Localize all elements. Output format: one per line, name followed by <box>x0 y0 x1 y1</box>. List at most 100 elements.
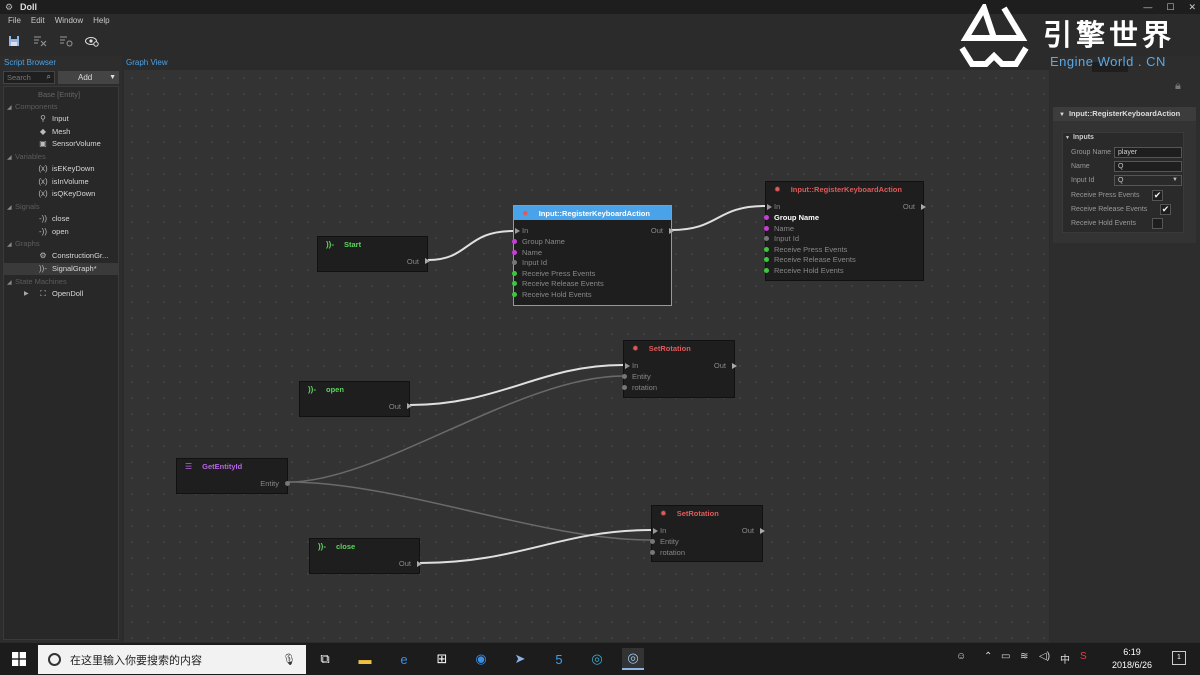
receive-hold-checkbox[interactable] <box>1152 218 1163 229</box>
receive-release-checkbox[interactable]: ✔ <box>1160 204 1171 215</box>
receive-release-pin[interactable] <box>512 281 517 286</box>
list-remove-icon <box>34 36 47 47</box>
tree-category-state-machines[interactable]: ◢ State Machines <box>4 276 118 288</box>
tree-category-signals[interactable]: ◢ Signals <box>4 201 118 213</box>
exec-in-pin[interactable] <box>515 228 520 234</box>
tree-item-opendoll[interactable]: ▶ ⛶ OpenDoll <box>4 288 118 300</box>
entity-pin[interactable] <box>650 539 655 544</box>
name-pin[interactable] <box>764 226 769 231</box>
expand-arrow-icon[interactable]: ▶ <box>24 288 29 300</box>
add-button[interactable]: Add ▼ <box>58 71 119 84</box>
save-icon <box>9 36 19 46</box>
entity-pin[interactable] <box>622 374 627 379</box>
people-icon[interactable]: ☺ <box>956 651 966 662</box>
tree-item-open-signal[interactable]: -)) open <box>4 226 118 238</box>
close-window-button[interactable]: ✕ <box>1188 0 1196 14</box>
app-eye-active-button[interactable]: ◎ <box>622 648 644 670</box>
menu-window[interactable]: Window <box>55 16 83 25</box>
exec-in-pin[interactable] <box>625 363 630 369</box>
taskbar-search-input[interactable]: 在这里输入你要搜索的内容 🎙︎ <box>38 645 306 674</box>
sogou-ime-icon[interactable]: S <box>1080 651 1087 662</box>
save-button[interactable] <box>6 33 22 49</box>
exec-out-pin[interactable] <box>921 204 926 210</box>
exec-out-pin[interactable] <box>407 403 412 409</box>
tree-item-close-signal[interactable]: -)) close <box>4 213 118 225</box>
node-get-entity-id[interactable]: ☰ GetEntityId Entity <box>176 458 290 494</box>
node-register-keyboard-action-1[interactable]: ✹ Input::RegisterKeyboardAction In Out Gr… <box>512 205 674 306</box>
receive-press-pin[interactable] <box>764 247 769 252</box>
tree-item-isinvolume[interactable]: (x) isInVolume <box>4 176 118 188</box>
node-start[interactable]: ))- Start Out <box>317 236 430 272</box>
edge-browser-button[interactable]: e <box>393 648 415 670</box>
group-name-pin[interactable] <box>764 215 769 220</box>
store-button[interactable]: ⊞ <box>431 648 453 670</box>
tree-category-variables[interactable]: ◢ Variables <box>4 151 118 163</box>
tree-item-isekeydown[interactable]: (x) isEKeyDown <box>4 163 118 175</box>
settings-list-button[interactable] <box>58 33 74 49</box>
app-arrow-button[interactable]: ➤ <box>509 648 531 670</box>
entity-out-pin[interactable] <box>285 481 290 486</box>
tree-item-signalgraph[interactable]: ))- SignalGraph* <box>4 263 118 275</box>
node-register-keyboard-action-2[interactable]: ✹ Input::RegisterKeyboardAction In Out Gr… <box>764 181 926 281</box>
tree-item-isqkeydown[interactable]: (x) isQKeyDown <box>4 188 118 200</box>
tree-category-components[interactable]: ◢ Components <box>4 101 118 113</box>
script-search-input[interactable]: Search ⌕ <box>3 71 55 84</box>
debug-view-button[interactable] <box>84 33 100 49</box>
node-close-signal[interactable]: ))- close Out <box>309 538 422 574</box>
node-set-rotation-1[interactable]: ✹ SetRotation In Out Entity rotation <box>622 340 737 398</box>
input-id-pin[interactable] <box>512 260 517 265</box>
properties-node-header[interactable]: ▼ Input::RegisterKeyboardAction <box>1053 107 1196 121</box>
ime-indicator[interactable]: 中 <box>1060 651 1070 666</box>
graph-canvas[interactable] <box>124 70 1049 642</box>
group-name-field[interactable]: player <box>1114 147 1182 158</box>
volume-icon[interactable]: ◁) <box>1039 651 1050 662</box>
exec-out-pin[interactable] <box>732 363 737 369</box>
receive-hold-pin[interactable] <box>512 292 517 297</box>
inputs-group-title[interactable]: ▼ Inputs <box>1065 134 1094 141</box>
exec-in-pin[interactable] <box>653 528 658 534</box>
remove-unused-button[interactable] <box>32 33 48 49</box>
menu-edit[interactable]: Edit <box>31 16 45 25</box>
input-id-pin[interactable] <box>764 236 769 241</box>
app-swirl-button[interactable]: ◉ <box>470 648 492 670</box>
exec-out-pin[interactable] <box>417 561 422 567</box>
rotation-pin[interactable] <box>650 550 655 555</box>
app-eye-button[interactable]: ◎ <box>586 648 608 670</box>
node-set-rotation-2[interactable]: ✹ SetRotation In Out Entity rotation <box>650 505 765 562</box>
menu-help[interactable]: Help <box>93 16 109 25</box>
notification-center-button[interactable]: 1 <box>1172 651 1186 665</box>
name-pin[interactable] <box>512 250 517 255</box>
lock-icon[interactable]: 🔒︎ <box>1175 80 1181 93</box>
tree-category-graphs[interactable]: ◢ Graphs <box>4 238 118 250</box>
script-tree: Base [Entity] ◢ Components ⚲ Input ◆ Mesh ▣… <box>3 86 119 640</box>
group-name-pin[interactable] <box>512 239 517 244</box>
tree-item-mesh[interactable]: ◆ Mesh <box>4 126 118 138</box>
network-icon[interactable]: ≋ <box>1020 651 1028 662</box>
receive-hold-pin[interactable] <box>764 268 769 273</box>
node-open-signal[interactable]: ))- open Out <box>299 381 412 417</box>
start-button[interactable] <box>0 643 38 675</box>
microphone-icon[interactable]: 🎙︎ <box>282 653 296 666</box>
receive-hold-label: Receive Hold Events <box>1071 220 1136 227</box>
rotation-pin[interactable] <box>622 385 627 390</box>
input-id-select[interactable]: Q ▼ <box>1114 175 1182 186</box>
exec-in-pin[interactable] <box>767 204 772 210</box>
receive-press-pin[interactable] <box>512 271 517 276</box>
menu-file[interactable]: File <box>8 16 21 25</box>
receive-press-checkbox[interactable]: ✔ <box>1152 190 1163 201</box>
task-view-button[interactable]: ⧉ <box>314 648 336 670</box>
name-field[interactable]: Q <box>1114 161 1182 172</box>
file-explorer-button[interactable]: ▬ <box>354 648 376 670</box>
taskbar-clock[interactable]: 6:19 2018/6/26 <box>1104 646 1160 672</box>
exec-out-pin[interactable] <box>760 528 765 534</box>
tree-item-base[interactable]: Base [Entity] <box>4 89 118 101</box>
battery-icon[interactable]: ▭ <box>1001 651 1010 662</box>
exec-out-pin[interactable] <box>425 258 430 264</box>
tree-item-constructiongraph[interactable]: ⚙ ConstructionGr... <box>4 250 118 262</box>
exec-out-pin[interactable] <box>669 228 674 234</box>
app-five-button[interactable]: 5 <box>548 648 570 670</box>
tree-item-sensorvolume[interactable]: ▣ SensorVolume <box>4 138 118 150</box>
tray-expand-icon[interactable]: ⌃ <box>984 651 992 662</box>
receive-release-pin[interactable] <box>764 257 769 262</box>
tree-item-input[interactable]: ⚲ Input <box>4 113 118 125</box>
